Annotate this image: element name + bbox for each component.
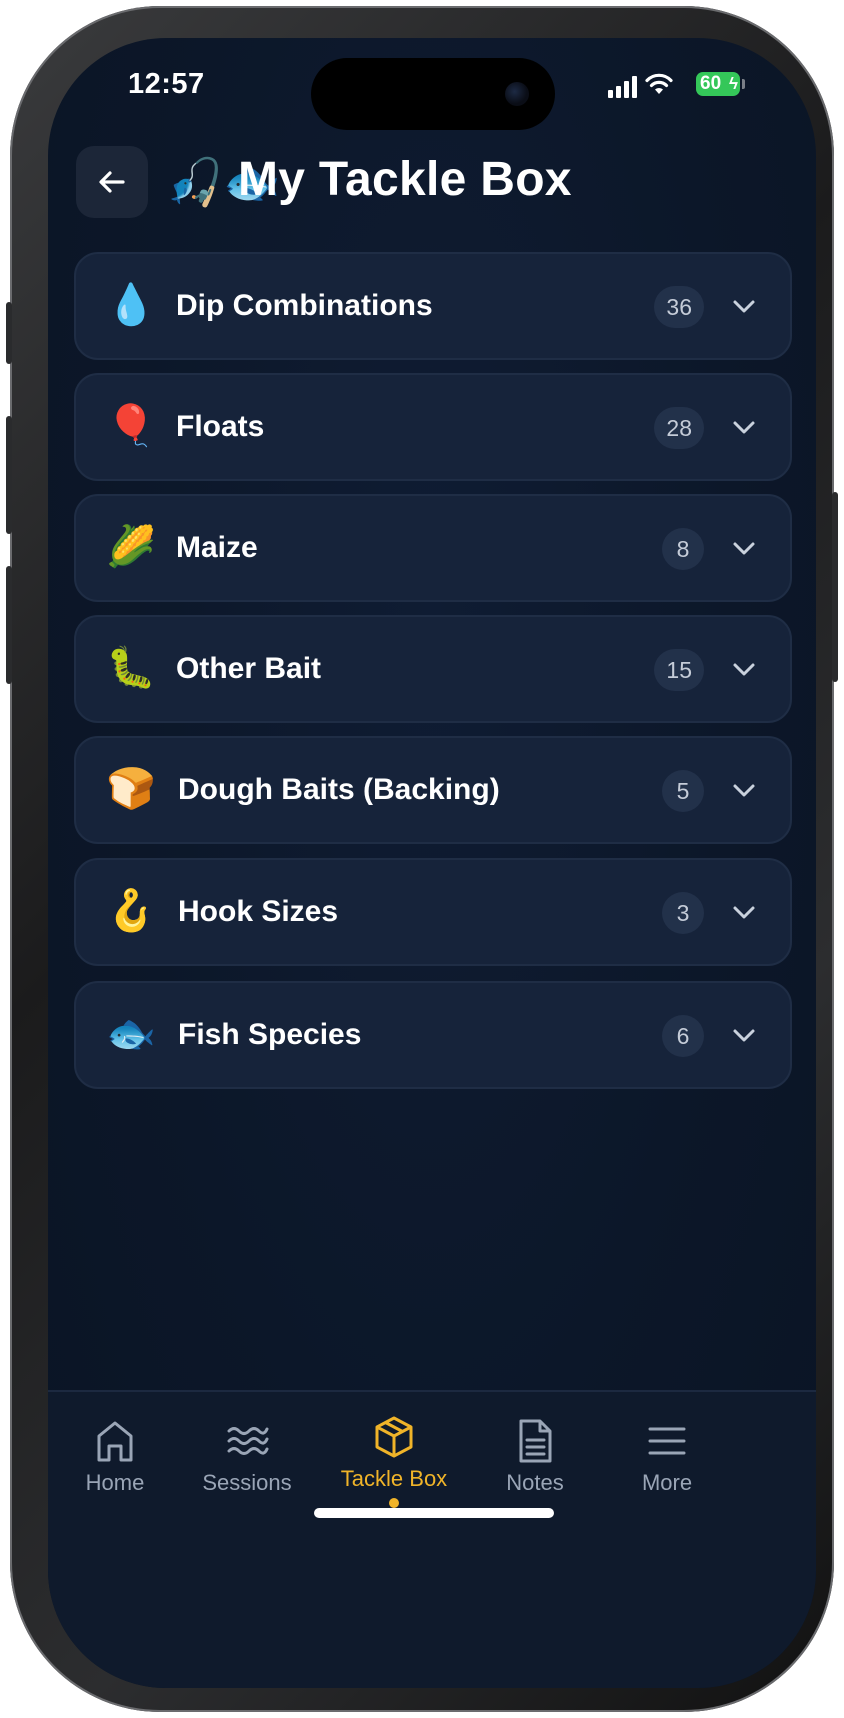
tab-label: More: [641, 1470, 693, 1495]
count-badge: 36: [654, 286, 704, 328]
tab-notes[interactable]: Notes: [470, 1416, 600, 1496]
tab-home[interactable]: Home: [50, 1416, 180, 1496]
tab-tackle-box[interactable]: Tackle Box: [329, 1412, 459, 1508]
category-dough-baits[interactable]: 🍞 Dough Baits (Backing) 5: [74, 736, 792, 844]
menu-icon: [648, 1427, 686, 1455]
active-indicator-dot: [389, 1498, 399, 1508]
tab-label: Sessions: [202, 1470, 292, 1495]
battery-icon: 60 ϟ: [696, 72, 740, 96]
category-maize[interactable]: 🌽 Maize 8: [74, 494, 792, 602]
home-indicator[interactable]: [314, 1508, 554, 1518]
volume-up-button: [6, 416, 12, 534]
category-floats[interactable]: 🎈 Floats 28: [74, 373, 792, 481]
document-icon: [519, 1419, 552, 1463]
count-badge: 28: [654, 407, 704, 449]
tab-more[interactable]: More: [602, 1416, 732, 1496]
chevron-down-icon: [733, 300, 755, 313]
category-hook-sizes[interactable]: 🪝 Hook Sizes 3: [74, 858, 792, 966]
volume-down-button: [6, 566, 12, 684]
category-label: Maize: [176, 531, 258, 564]
chevron-down-icon: [733, 663, 755, 676]
status-time: 12:57: [128, 68, 205, 100]
tab-label: Home: [85, 1470, 145, 1495]
power-button: [832, 492, 838, 682]
camera-icon: [505, 82, 529, 106]
dynamic-island: [311, 58, 555, 130]
bug-icon: 🐛: [106, 646, 156, 690]
chevron-down-icon: [733, 542, 755, 555]
arrow-left-icon: [99, 171, 125, 193]
category-other-bait[interactable]: 🐛 Other Bait 15: [74, 615, 792, 723]
corn-icon: 🌽: [106, 525, 156, 569]
home-icon: [97, 1421, 133, 1462]
category-fish-species[interactable]: 🐟 Fish Species 6: [74, 981, 792, 1089]
tab-label: Tackle Box: [340, 1466, 448, 1491]
category-label: Fish Species: [178, 1018, 362, 1051]
category-label: Hook Sizes: [178, 895, 339, 928]
count-badge: 8: [662, 528, 704, 570]
fish-icon: 🐟: [106, 1012, 156, 1056]
phone-frame: 12:57 60 ϟ 🎣🐟 My Tackle Box 💧 Dip Combin…: [6, 6, 838, 1712]
category-dip-combinations[interactable]: 💧 Dip Combinations 36: [74, 252, 792, 360]
count-badge: 5: [662, 770, 704, 812]
chevron-down-icon: [733, 421, 755, 434]
tab-label: Notes: [506, 1470, 564, 1495]
count-badge: 6: [662, 1015, 704, 1057]
page-title: My Tackle Box: [238, 153, 572, 206]
action-button: [6, 302, 12, 364]
waves-icon: [227, 1427, 269, 1455]
hook-icon: 🪝: [106, 889, 156, 933]
category-label: Dough Baits (Backing): [178, 773, 500, 806]
category-label: Other Bait: [176, 652, 322, 685]
wifi-icon: [645, 73, 673, 94]
back-button[interactable]: [76, 146, 148, 218]
cellular-signal-icon: [608, 76, 637, 98]
box-icon: [375, 1416, 413, 1458]
balloon-icon: 🎈: [106, 404, 156, 448]
chevron-down-icon: [733, 784, 755, 797]
count-badge: 3: [662, 892, 704, 934]
chevron-down-icon: [733, 906, 755, 919]
battery-tip: [742, 79, 745, 89]
chevron-down-icon: [733, 1029, 755, 1042]
tab-sessions[interactable]: Sessions: [182, 1416, 312, 1496]
bread-icon: 🍞: [106, 767, 156, 811]
count-badge: 15: [654, 649, 704, 691]
category-label: Floats: [176, 410, 265, 443]
droplet-icon: 💧: [106, 283, 156, 327]
category-label: Dip Combinations: [176, 289, 433, 322]
bottom-tab-bar: Home Sessions Tackle Box Notes More: [48, 1390, 816, 1688]
battery-level: 60: [700, 73, 722, 94]
charging-bolt-icon: ϟ: [729, 74, 738, 93]
app-screen: 12:57 60 ϟ 🎣🐟 My Tackle Box 💧 Dip Combin…: [48, 38, 816, 1688]
